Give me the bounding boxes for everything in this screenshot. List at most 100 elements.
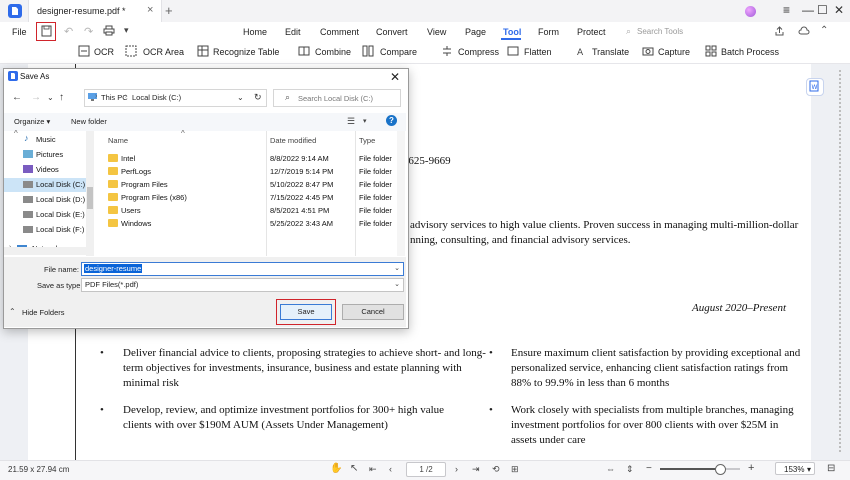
nav-item-music[interactable]: ♪ Music bbox=[10, 133, 90, 147]
menu-comment[interactable]: Comment bbox=[320, 27, 359, 37]
next-page-icon[interactable]: › bbox=[455, 464, 458, 474]
capture-button[interactable]: Capture bbox=[658, 47, 690, 57]
up-arrow-icon[interactable]: ↑ bbox=[59, 92, 64, 103]
recent-locations-icon[interactable]: ⌄ bbox=[47, 93, 54, 102]
fit-page-icon[interactable]: ⊞ bbox=[511, 464, 519, 475]
file-row[interactable]: Users 8/5/2021 4:51 PM File folder bbox=[106, 204, 396, 217]
minimize-button[interactable]: — bbox=[802, 3, 814, 17]
fit-width-icon[interactable]: ⇔ bbox=[606, 464, 615, 474]
nav-item-local-disk-c[interactable]: Local Disk (C:) bbox=[4, 178, 86, 192]
view-options-icon[interactable]: ☰ bbox=[347, 116, 355, 127]
address-dropdown-icon[interactable]: ⌄ bbox=[237, 93, 244, 102]
hamburger-menu-icon[interactable]: ≡ bbox=[783, 3, 790, 17]
nav-item-local-disk-d[interactable]: Local Disk (D:) bbox=[10, 193, 90, 207]
share-icon[interactable] bbox=[774, 26, 785, 37]
file-row[interactable]: Program Files (x86) 7/15/2022 4:45 PM File… bbox=[106, 191, 396, 204]
add-tab-button[interactable]: + bbox=[165, 3, 173, 18]
fit-height-icon[interactable]: ⇕ bbox=[626, 464, 634, 475]
zoom-slider-thumb[interactable] bbox=[715, 464, 726, 475]
save-button[interactable]: Save bbox=[280, 304, 332, 320]
nav-item-label: Local Disk (E:) bbox=[36, 210, 85, 219]
collapse-ribbon-icon[interactable]: ⌃ bbox=[820, 25, 828, 36]
nav-item-local-disk-f[interactable]: Local Disk (F:) bbox=[10, 223, 90, 237]
hand-tool-icon[interactable]: ✋ bbox=[330, 463, 342, 474]
forward-arrow-icon[interactable]: → bbox=[31, 92, 41, 103]
view-dropdown-icon[interactable]: ▾ bbox=[363, 117, 367, 125]
new-folder-button[interactable]: New folder bbox=[71, 117, 107, 126]
file-name-dropdown-icon[interactable]: ⌄ bbox=[394, 264, 400, 272]
ocr-button[interactable]: OCR bbox=[94, 47, 114, 57]
organize-button[interactable]: Organize ▾ bbox=[14, 117, 50, 126]
print-icon[interactable] bbox=[103, 25, 115, 36]
menu-page[interactable]: Page bbox=[465, 27, 486, 37]
translate-button[interactable]: Translate bbox=[592, 47, 629, 57]
undo-icon[interactable]: ↶ bbox=[64, 25, 73, 38]
hide-folders-button[interactable]: Hide Folders bbox=[22, 308, 65, 317]
ocr-area-button[interactable]: OCR Area bbox=[143, 47, 184, 57]
menu-form[interactable]: Form bbox=[538, 27, 559, 37]
hide-folders-icon[interactable]: ⌃ bbox=[9, 307, 16, 316]
redo-icon[interactable]: ↷ bbox=[84, 25, 93, 38]
file-row[interactable]: Intel 8/8/2022 9:14 AM File folder bbox=[106, 152, 396, 165]
refresh-icon[interactable]: ↻ bbox=[254, 92, 262, 103]
window-close-button[interactable]: ✕ bbox=[834, 3, 844, 17]
menu-protect[interactable]: Protect bbox=[577, 27, 606, 37]
file-row[interactable]: Program Files 5/10/2022 8:47 PM File folde… bbox=[106, 178, 396, 191]
compare-button[interactable]: Compare bbox=[380, 47, 417, 57]
compress-button[interactable]: Compress bbox=[458, 47, 499, 57]
breadcrumb-this-pc[interactable]: This PC bbox=[101, 93, 128, 102]
first-page-icon[interactable]: ⇤ bbox=[369, 464, 377, 475]
nav-item-videos[interactable]: Videos bbox=[10, 163, 90, 177]
bullet-right-1-line-1: Ensure maximum client satisfaction by pr… bbox=[511, 347, 801, 359]
layout-icon[interactable]: ⊟ bbox=[827, 463, 835, 474]
select-tool-icon[interactable]: ↖ bbox=[350, 463, 358, 474]
recognize-table-button[interactable]: Recognize Table bbox=[213, 47, 279, 57]
document-tab[interactable]: designer-resume.pdf * × bbox=[28, 0, 162, 22]
word-convert-icon[interactable]: W bbox=[806, 78, 824, 96]
cancel-button[interactable]: Cancel bbox=[342, 304, 404, 320]
zoom-out-icon[interactable]: − bbox=[646, 463, 652, 474]
quick-access-dropdown-icon[interactable]: ▾ bbox=[124, 25, 129, 36]
zoom-level-select[interactable]: 153% ▾ bbox=[775, 462, 815, 475]
combine-icon bbox=[298, 45, 310, 57]
previous-page-icon[interactable]: ‹ bbox=[389, 464, 392, 474]
column-header-date[interactable]: Date modified bbox=[270, 136, 316, 145]
breadcrumb-local-disk[interactable]: Local Disk (C:) bbox=[132, 93, 181, 102]
nav-pane-horizontal-scrollbar[interactable] bbox=[4, 247, 94, 255]
bullet-right-1-line-3: 88% to 99.9% in less than 6 months bbox=[511, 377, 670, 389]
document-scrollbar[interactable] bbox=[836, 70, 844, 454]
search-tools-input[interactable]: Search Tools bbox=[637, 27, 683, 36]
menu-file[interactable]: File bbox=[12, 27, 27, 37]
menu-edit[interactable]: Edit bbox=[285, 27, 301, 37]
nav-item-local-disk-e[interactable]: Local Disk (E:) bbox=[10, 208, 90, 222]
combine-button[interactable]: Combine bbox=[315, 47, 351, 57]
menu-view[interactable]: View bbox=[427, 27, 446, 37]
tab-close-icon[interactable]: × bbox=[147, 4, 153, 16]
flatten-button[interactable]: Flatten bbox=[524, 47, 552, 57]
zoom-dropdown-icon: ▾ bbox=[806, 465, 811, 474]
menu-tool[interactable]: Tool bbox=[503, 27, 521, 37]
file-list-scrollbar[interactable] bbox=[397, 131, 405, 256]
help-icon[interactable]: ? bbox=[386, 115, 397, 126]
dialog-close-button[interactable]: ✕ bbox=[390, 70, 400, 84]
column-header-type[interactable]: Type bbox=[359, 136, 375, 145]
back-arrow-icon[interactable]: ← bbox=[12, 92, 22, 103]
page-number-input[interactable]: 1 /2 bbox=[406, 462, 446, 477]
maximize-button[interactable]: ☐ bbox=[817, 3, 828, 17]
nav-pane-scroll-thumb[interactable] bbox=[87, 187, 93, 209]
last-page-icon[interactable]: ⇥ bbox=[472, 464, 480, 475]
zoom-in-icon[interactable]: + bbox=[748, 462, 754, 474]
save-icon[interactable] bbox=[41, 25, 52, 37]
save-type-select[interactable]: PDF Files(*.pdf) ⌄ bbox=[81, 278, 404, 292]
file-row[interactable]: Windows 5/25/2022 3:43 AM File folder bbox=[106, 217, 396, 230]
file-row[interactable]: PerfLogs 12/7/2019 5:14 PM File folder bbox=[106, 165, 396, 178]
cloud-upload-icon[interactable] bbox=[798, 26, 810, 36]
nav-item-pictures[interactable]: Pictures bbox=[10, 148, 90, 162]
profile-avatar-icon[interactable] bbox=[745, 6, 756, 17]
folder-icon bbox=[108, 154, 118, 162]
menu-home[interactable]: Home bbox=[243, 27, 267, 37]
menu-convert[interactable]: Convert bbox=[376, 27, 408, 37]
column-header-name[interactable]: Name bbox=[108, 136, 128, 145]
rotate-icon[interactable]: ⟲ bbox=[492, 464, 500, 475]
batch-process-button[interactable]: Batch Process bbox=[721, 47, 779, 57]
